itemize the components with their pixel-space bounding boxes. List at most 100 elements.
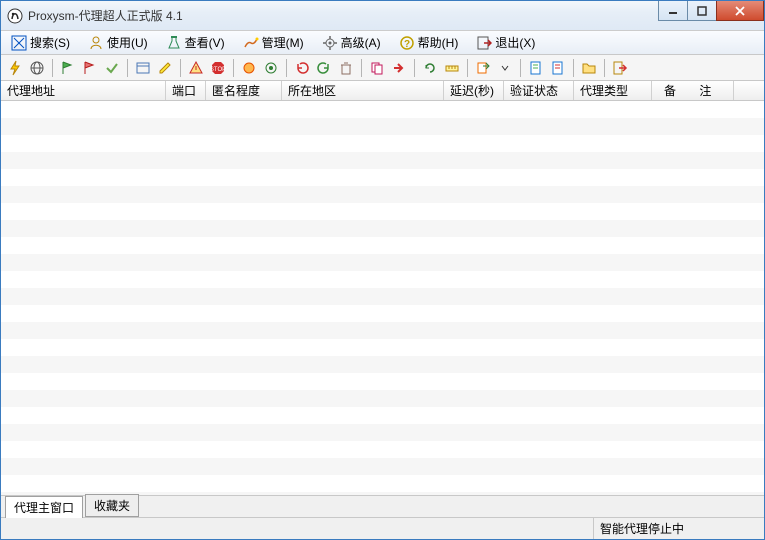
col-label: 备 注 (664, 82, 721, 99)
list-row-empty (1, 424, 764, 441)
list-row-empty (1, 237, 764, 254)
menu-advanced[interactable]: 高级(A) (316, 32, 387, 53)
status-right: 智能代理停止中 (594, 518, 764, 539)
menu-label: 帮助(H) (418, 34, 459, 51)
status-left (1, 518, 594, 539)
col-label: 验证状态 (510, 82, 558, 99)
list-row-empty (1, 441, 764, 458)
list-row-empty (1, 458, 764, 475)
reload-red-icon[interactable] (292, 58, 312, 78)
doc1-icon[interactable] (526, 58, 546, 78)
separator (467, 59, 468, 77)
check-icon[interactable] (102, 58, 122, 78)
copy-icon[interactable] (367, 58, 387, 78)
globe-icon[interactable] (27, 58, 47, 78)
list-row-empty (1, 475, 764, 492)
list-row-empty (1, 339, 764, 356)
menu-view[interactable]: 查看(V) (160, 32, 231, 53)
list-row-empty (1, 305, 764, 322)
menu-use[interactable]: 使用(U) (82, 32, 154, 53)
list-row-empty (1, 118, 764, 135)
col-label: 代理类型 (580, 82, 628, 99)
list-row-empty (1, 390, 764, 407)
window-title: Proxysm-代理超人正式版 4.1 (28, 7, 183, 24)
doc2-icon[interactable] (548, 58, 568, 78)
ruler-icon[interactable] (442, 58, 462, 78)
maximize-button[interactable] (687, 1, 717, 21)
menu-label: 退出(X) (495, 34, 535, 51)
menu-label: 高级(A) (341, 34, 381, 51)
svg-text:STOP: STOP (210, 67, 226, 73)
exit-icon (476, 35, 492, 51)
titlebar-left: Proxysm-代理超人正式版 4.1 (7, 7, 183, 24)
pencil-icon[interactable] (155, 58, 175, 78)
menu-manage[interactable]: 管理(M) (237, 32, 310, 53)
tab-main[interactable]: 代理主窗口 (5, 496, 83, 518)
record-icon[interactable] (239, 58, 259, 78)
help-icon: ? (399, 35, 415, 51)
list-row-empty (1, 271, 764, 288)
list-row-empty (1, 152, 764, 169)
list-row-empty (1, 288, 764, 305)
menu-exit[interactable]: 退出(X) (470, 32, 541, 53)
tab-label: 收藏夹 (94, 499, 130, 513)
gear-icon (322, 35, 338, 51)
flag-green-icon[interactable] (58, 58, 78, 78)
search-icon (11, 35, 27, 51)
separator (573, 59, 574, 77)
export-icon[interactable] (473, 58, 493, 78)
statusbar: 智能代理停止中 (1, 517, 764, 539)
col-label: 延迟(秒) (450, 82, 494, 99)
chevron-down-icon[interactable] (495, 58, 515, 78)
close-button[interactable] (716, 1, 764, 21)
col-status[interactable]: 验证状态 (504, 81, 574, 100)
col-anon[interactable]: 匿名程度 (206, 81, 282, 100)
menu-search[interactable]: 搜索(S) (5, 32, 76, 53)
col-label: 代理地址 (7, 82, 55, 99)
list-row-empty (1, 220, 764, 237)
warning-icon[interactable] (186, 58, 206, 78)
separator (127, 59, 128, 77)
list-row-empty (1, 254, 764, 271)
col-region[interactable]: 所在地区 (282, 81, 444, 100)
stop-icon[interactable]: STOP (208, 58, 228, 78)
menu-help[interactable]: ? 帮助(H) (393, 32, 465, 53)
refresh-icon[interactable] (420, 58, 440, 78)
col-label: 匿名程度 (212, 82, 260, 99)
target-icon[interactable] (261, 58, 281, 78)
folder-icon[interactable] (579, 58, 599, 78)
flag-red-icon[interactable] (80, 58, 100, 78)
col-label: 所在地区 (288, 82, 336, 99)
col-remark[interactable]: 备 注 (652, 81, 734, 100)
status-text: 智能代理停止中 (600, 520, 684, 537)
reload-green-icon[interactable] (314, 58, 334, 78)
list-body[interactable] (1, 101, 764, 495)
col-label: 端口 (172, 82, 196, 99)
separator (233, 59, 234, 77)
list-row-empty (1, 135, 764, 152)
trash-icon[interactable] (336, 58, 356, 78)
col-delay[interactable]: 延迟(秒) (444, 81, 504, 100)
tab-fav[interactable]: 收藏夹 (85, 494, 139, 517)
menu-label: 搜索(S) (30, 34, 70, 51)
col-address[interactable]: 代理地址 (1, 81, 166, 100)
menubar: 搜索(S) 使用(U) 查看(V) 管理(M) 高级(A) ? 帮助(H) 退出… (1, 31, 764, 55)
separator (604, 59, 605, 77)
arrow-red-icon[interactable] (389, 58, 409, 78)
col-type[interactable]: 代理类型 (574, 81, 652, 100)
menu-label: 使用(U) (107, 34, 148, 51)
window-icon[interactable] (133, 58, 153, 78)
list-row-empty (1, 356, 764, 373)
list-row-empty (1, 203, 764, 220)
separator (361, 59, 362, 77)
lightning-icon[interactable] (5, 58, 25, 78)
quit-icon[interactable] (610, 58, 630, 78)
app-window: Proxysm-代理超人正式版 4.1 搜索(S) 使用(U) 查看(V) 管理… (0, 0, 765, 540)
list-row-empty (1, 373, 764, 390)
separator (414, 59, 415, 77)
separator (520, 59, 521, 77)
list-row-empty (1, 101, 764, 118)
col-port[interactable]: 端口 (166, 81, 206, 100)
minimize-button[interactable] (658, 1, 688, 21)
separator (180, 59, 181, 77)
